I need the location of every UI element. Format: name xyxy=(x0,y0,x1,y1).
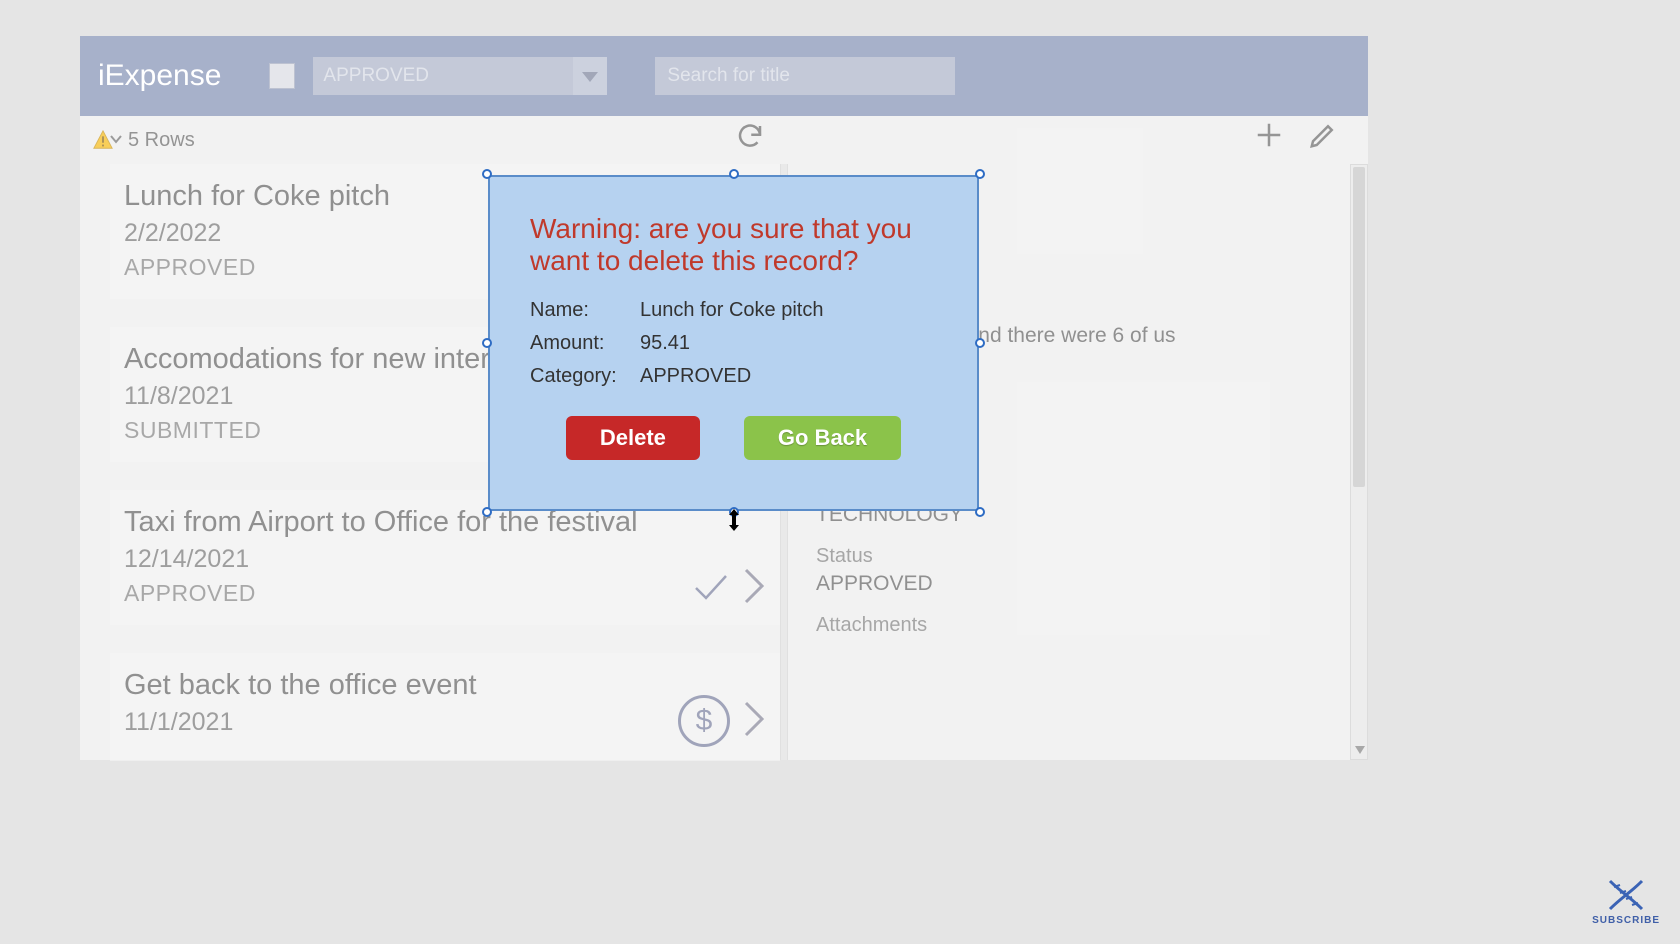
resize-handle-mr[interactable] xyxy=(975,338,985,348)
resize-handle-tr[interactable] xyxy=(975,169,985,179)
goback-button[interactable]: Go Back xyxy=(744,416,901,460)
dialog-title: Warning: are you sure that you want to d… xyxy=(530,213,937,277)
dialog-category-label: Category: xyxy=(530,365,640,388)
dialog-amount-value: 95.41 xyxy=(640,332,937,355)
resize-handle-ml[interactable] xyxy=(482,338,492,348)
delete-button[interactable]: Delete xyxy=(566,416,700,460)
resize-handle-bl[interactable] xyxy=(482,507,492,517)
dialog-amount-label: Amount: xyxy=(530,332,640,355)
dialog-name-label: Name: xyxy=(530,299,640,322)
subscribe-widget[interactable]: SUBSCRIBE xyxy=(1592,877,1660,926)
resize-handle-tl[interactable] xyxy=(482,169,492,179)
dialog-category-value: APPROVED xyxy=(640,365,937,388)
subscribe-label: SUBSCRIBE xyxy=(1592,915,1660,926)
dna-icon xyxy=(1604,877,1648,913)
delete-dialog: Warning: are you sure that you want to d… xyxy=(488,175,979,511)
delete-dialog-selection[interactable]: Warning: are you sure that you want to d… xyxy=(488,175,979,511)
dialog-fields: Name: Lunch for Coke pitch Amount: 95.41… xyxy=(530,299,937,388)
resize-handle-tc[interactable] xyxy=(729,169,739,179)
dialog-name-value: Lunch for Coke pitch xyxy=(640,299,937,322)
resize-handle-br[interactable] xyxy=(975,507,985,517)
ns-resize-cursor-icon xyxy=(725,509,743,531)
